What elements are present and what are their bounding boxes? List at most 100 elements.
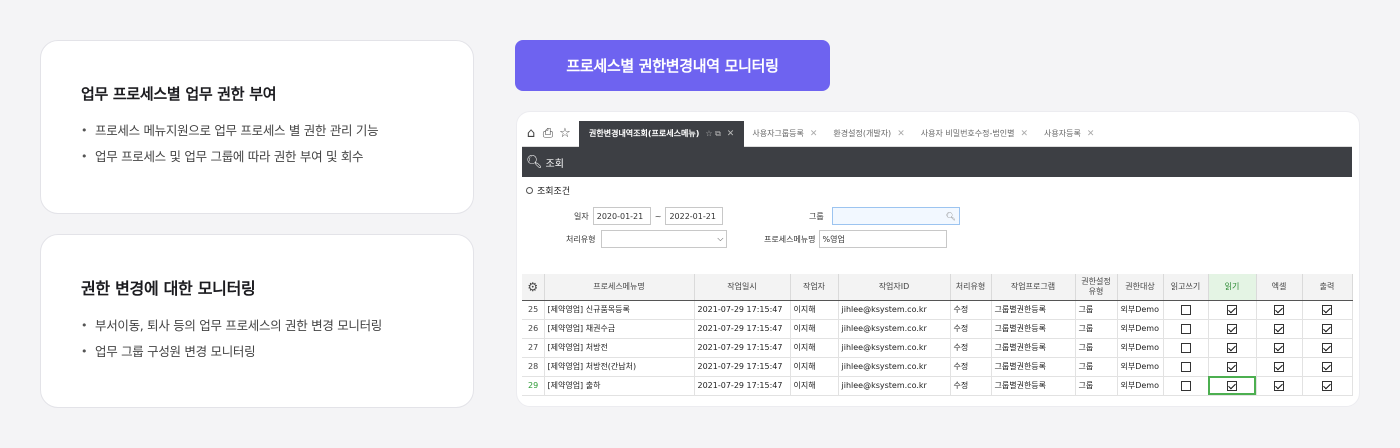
date-label: 일자 bbox=[574, 211, 589, 221]
date-to-input[interactable]: 2022-01-21 bbox=[665, 207, 724, 225]
read-checkbox[interactable] bbox=[1227, 361, 1237, 372]
row-number: 28 bbox=[522, 357, 545, 377]
type-select[interactable]: ⌵ bbox=[601, 230, 728, 248]
cell-auth: 그룹 bbox=[1075, 338, 1118, 358]
column-header[interactable]: 작업프로그램 bbox=[991, 274, 1076, 301]
print-checkbox[interactable] bbox=[1322, 323, 1332, 334]
cell-excel bbox=[1256, 338, 1303, 358]
tab-0[interactable]: 권한변경내역조회(프로세스메뉴) ☆ ⧉ ✕ bbox=[579, 120, 745, 147]
table-row[interactable]: 29 [제약영업] 출하 2021-07-29 17:15:47 이지해 jihlee@… bbox=[522, 376, 1353, 396]
date-separator: ~ bbox=[654, 211, 662, 221]
column-header[interactable]: 읽고쓰기 bbox=[1163, 274, 1209, 301]
tab-pin-icon[interactable]: ☆ ⧉ bbox=[705, 129, 720, 139]
cell-user: 이지해 bbox=[790, 338, 839, 358]
column-header[interactable]: 작업자 bbox=[790, 274, 839, 301]
cell-print bbox=[1302, 357, 1353, 377]
cell-target: 외부Demo bbox=[1117, 376, 1164, 396]
rw-checkbox[interactable] bbox=[1180, 380, 1191, 391]
cell-id: jihlee@ksystem.co.kr bbox=[838, 338, 951, 358]
home-icon[interactable]: ⌂ bbox=[523, 126, 539, 141]
print-checkbox[interactable] bbox=[1322, 304, 1332, 315]
search-icon[interactable]: 🔍︎ bbox=[946, 212, 956, 221]
cell-auth: 그룹 bbox=[1075, 357, 1118, 377]
print-checkbox[interactable] bbox=[1322, 342, 1332, 353]
print-checkbox[interactable] bbox=[1322, 380, 1332, 391]
cell-rw bbox=[1163, 300, 1209, 320]
date-from-input[interactable]: 2020-01-21 bbox=[592, 207, 651, 225]
column-header[interactable]: 프로세스메뉴명 bbox=[544, 274, 695, 301]
cell-menu: [제약영업] 처방전 bbox=[544, 338, 695, 358]
read-checkbox[interactable] bbox=[1227, 304, 1237, 315]
column-header[interactable]: 엑셀 bbox=[1256, 274, 1303, 301]
rw-checkbox[interactable] bbox=[1180, 342, 1191, 353]
card-list: 프로세스 메뉴지원으로 업무 프로세스 별 권한 관리 기능 업무 프로세스 및… bbox=[81, 118, 433, 170]
print-icon[interactable]: ⎙ bbox=[540, 126, 556, 141]
settings-gear-icon[interactable]: ⚙ bbox=[522, 274, 545, 301]
search-label: 조회 bbox=[545, 158, 564, 170]
cell-user: 이지해 bbox=[790, 357, 839, 377]
print-checkbox[interactable] bbox=[1322, 361, 1332, 372]
rw-checkbox[interactable] bbox=[1180, 361, 1191, 372]
cell-target: 외부Demo bbox=[1117, 357, 1164, 377]
menu-row: 프로세스메뉴명 %영업 bbox=[764, 230, 947, 248]
type-row: 처리유형 ⌵ bbox=[566, 230, 728, 248]
column-header[interactable]: 처리유형 bbox=[950, 274, 992, 301]
rw-checkbox[interactable] bbox=[1180, 304, 1191, 315]
cell-rw bbox=[1163, 319, 1209, 339]
read-checkbox[interactable] bbox=[1227, 342, 1237, 353]
close-icon[interactable]: ✕ bbox=[897, 129, 905, 139]
tab-1[interactable]: 사용자그룹등록 ✕ bbox=[744, 121, 825, 147]
cell-program: 그룹별권한등록 bbox=[991, 338, 1076, 358]
tab-3[interactable]: 사용자 비밀번호수정-법인별 ✕ bbox=[913, 121, 1036, 147]
tab-2[interactable]: 환경설정(개발자) ✕ bbox=[825, 121, 912, 147]
close-icon[interactable]: ✕ bbox=[1020, 129, 1028, 139]
table-row[interactable]: 26 [제약영업] 채권수금 2021-07-29 17:15:47 이지해 jihle… bbox=[522, 319, 1353, 339]
excel-checkbox[interactable] bbox=[1274, 304, 1284, 315]
card-title: 업무 프로세스별 업무 권한 부여 bbox=[81, 85, 277, 103]
row-number: 25 bbox=[522, 300, 545, 320]
table-row[interactable]: 27 [제약영업] 처방전 2021-07-29 17:15:47 이지해 jihlee… bbox=[522, 338, 1353, 358]
cell-program: 그룹별권한등록 bbox=[991, 376, 1076, 396]
cell-read bbox=[1208, 319, 1257, 339]
close-icon[interactable]: ✕ bbox=[727, 129, 735, 139]
rw-checkbox[interactable] bbox=[1180, 323, 1191, 334]
close-icon[interactable]: ✕ bbox=[810, 129, 818, 139]
tab-label: 권한변경내역조회(프로세스메뉴) bbox=[589, 129, 700, 138]
feature-card-permission: 업무 프로세스별 업무 권한 부여 프로세스 메뉴지원으로 업무 프로세스 별 … bbox=[40, 40, 474, 214]
read-checkbox[interactable] bbox=[1227, 323, 1237, 334]
table-row[interactable]: 28 [제약영업] 처방전(간납처) 2021-07-29 17:15:47 이지해 j… bbox=[522, 357, 1353, 377]
cell-time: 2021-07-29 17:15:47 bbox=[694, 338, 791, 358]
tab-label: 환경설정(개발자) bbox=[833, 129, 892, 138]
column-header[interactable]: 권한설정 유형 bbox=[1075, 274, 1118, 301]
cell-excel bbox=[1256, 319, 1303, 339]
menu-input[interactable]: %영업 bbox=[818, 230, 947, 248]
cell-id: jihlee@ksystem.co.kr bbox=[838, 376, 951, 396]
excel-checkbox[interactable] bbox=[1274, 323, 1284, 334]
cell-rw bbox=[1163, 338, 1209, 358]
column-header[interactable]: 권한대상 bbox=[1117, 274, 1164, 301]
row-number: 27 bbox=[522, 338, 545, 358]
read-checkbox[interactable] bbox=[1227, 380, 1237, 391]
cell-read bbox=[1208, 357, 1257, 377]
cell-read bbox=[1208, 376, 1257, 396]
excel-checkbox[interactable] bbox=[1274, 342, 1284, 353]
tab-4[interactable]: 사용자등록 ✕ bbox=[1036, 121, 1102, 147]
column-header[interactable]: 읽기 bbox=[1208, 274, 1257, 301]
chevron-down-icon: ⌵ bbox=[717, 234, 724, 243]
column-header[interactable]: 출력 bbox=[1302, 274, 1353, 301]
star-icon[interactable]: ☆ bbox=[557, 126, 573, 141]
close-icon[interactable]: ✕ bbox=[1087, 129, 1095, 139]
table-row[interactable]: 25 [제약영업] 신규품목등록 2021-07-29 17:15:47 이지해 jih… bbox=[522, 300, 1353, 320]
group-input[interactable]: 🔍︎ bbox=[831, 207, 960, 225]
list-item: 업무 프로세스 및 업무 그룹에 따라 권한 부여 및 회수 bbox=[81, 144, 433, 170]
cell-program: 그룹별권한등록 bbox=[991, 357, 1076, 377]
cell-id: jihlee@ksystem.co.kr bbox=[838, 357, 951, 377]
column-header[interactable]: 작업일시 bbox=[694, 274, 791, 301]
cell-rw bbox=[1163, 357, 1209, 377]
excel-checkbox[interactable] bbox=[1274, 380, 1284, 391]
search-bar[interactable]: 🔍︎ 조회 bbox=[522, 147, 1352, 177]
column-header[interactable]: 작업자ID bbox=[838, 274, 951, 301]
excel-checkbox[interactable] bbox=[1274, 361, 1284, 372]
tab-label: 사용자 비밀번호수정-법인별 bbox=[920, 129, 1015, 138]
cell-program: 그룹별권한등록 bbox=[991, 300, 1076, 320]
